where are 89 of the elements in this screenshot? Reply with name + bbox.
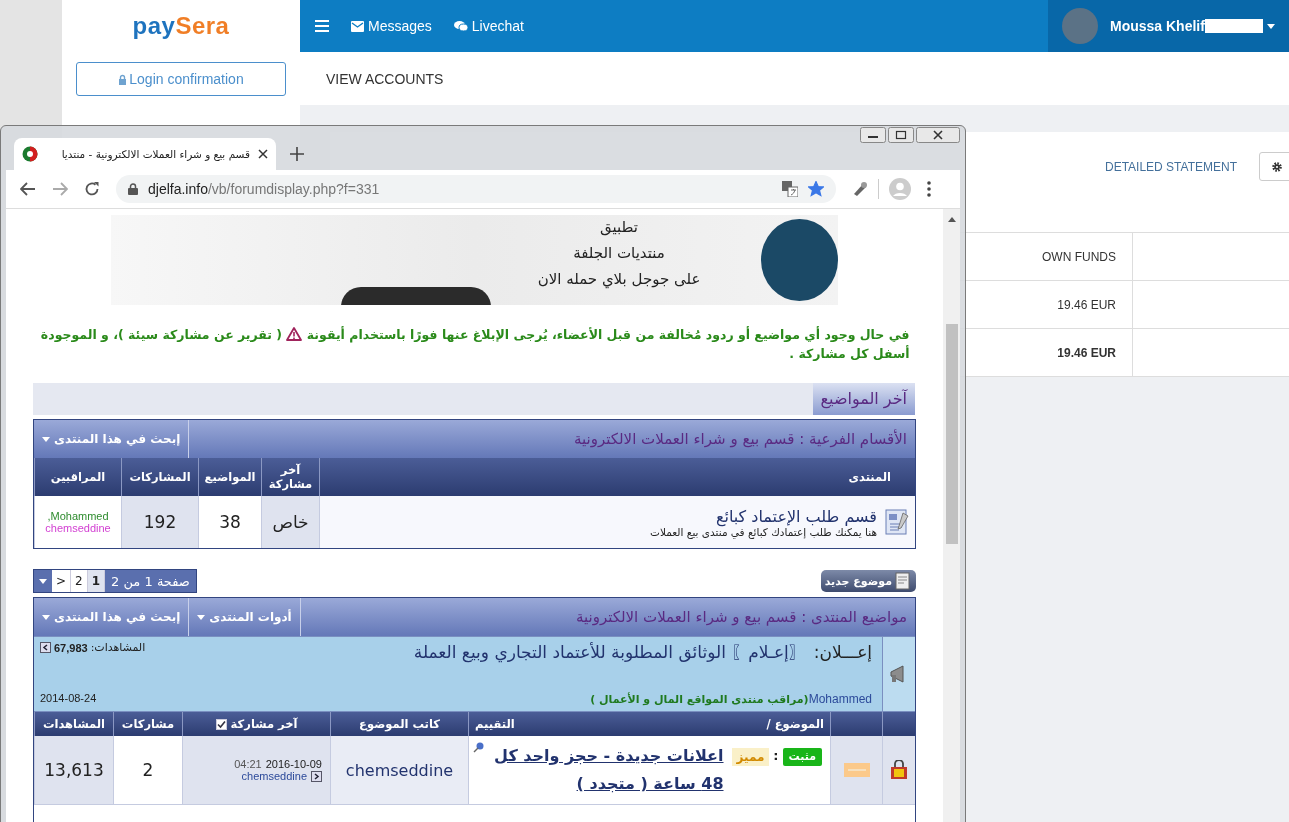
- browser-tab[interactable]: قسم بيع و شراء العملات الالكترونية - منتديا: [14, 138, 276, 170]
- site-favicon: [22, 146, 38, 162]
- announcement-date: 2014-08-24: [40, 692, 97, 704]
- minimize-icon[interactable]: [860, 127, 886, 143]
- moderator-link[interactable]: Mohammed,: [47, 510, 109, 522]
- column-header: التقييم: [475, 717, 515, 731]
- column-header: آخر مشاركة: [230, 717, 298, 731]
- maximize-icon[interactable]: [888, 127, 914, 143]
- go-to-post-icon[interactable]: [311, 770, 322, 782]
- more-icon[interactable]: [927, 181, 931, 197]
- document-icon: [894, 572, 912, 590]
- login-confirmation-button[interactable]: Login confirmation: [76, 62, 286, 96]
- section-tab[interactable]: آخر المواضيع: [812, 383, 916, 415]
- announcement-link[interactable]: 〖إعـلام〗 الوثائق المطلوبة للأعتماد التجاري وبيع العملة: [413, 641, 806, 664]
- moderator-link[interactable]: chemseddine: [45, 522, 111, 534]
- address-bar[interactable]: djelfa.info/vb/forumdisplay.php?f=331: [116, 175, 836, 203]
- scrollbar[interactable]: [943, 209, 960, 822]
- table-cell: خاص: [261, 496, 319, 548]
- column-header: المراقبين: [34, 458, 121, 496]
- extension-icon[interactable]: [852, 181, 868, 197]
- lock-bag-icon: [890, 760, 908, 780]
- table-cell: 13,613: [34, 736, 113, 804]
- page-link[interactable]: 2: [71, 570, 88, 592]
- nav-link[interactable]: Livechat: [453, 18, 524, 34]
- author-link[interactable]: chemseddine: [330, 736, 468, 804]
- settings-button[interactable]: [1259, 152, 1289, 181]
- lock-icon: [118, 73, 128, 85]
- tab-title: قسم بيع و شراء العملات الالكترونية - منتديا: [60, 148, 250, 160]
- dropdown-icon: [42, 436, 50, 442]
- lock-icon: [128, 183, 138, 195]
- translate-icon[interactable]: [782, 181, 798, 197]
- user-name[interactable]: Moussa Khelif: [1110, 18, 1205, 34]
- tag-icon: [843, 763, 870, 777]
- new-topic-button[interactable]: موضوع جديد: [820, 570, 916, 592]
- close-icon[interactable]: [916, 127, 960, 143]
- author-role: (مراقب منتدى المواقع المال و الأعمال ): [590, 693, 809, 706]
- featured-badge: مميز: [731, 748, 770, 766]
- reload-icon[interactable]: [84, 181, 100, 197]
- detailed-statement-link[interactable]: DETAILED STATEMENT: [1105, 159, 1237, 174]
- views-label: المشاهدات:: [90, 641, 146, 654]
- close-icon[interactable]: [258, 149, 268, 159]
- banner-text: منتديات الجلفة: [573, 243, 665, 263]
- pin-icon: [473, 742, 484, 753]
- column-header: الموضوع /: [766, 717, 824, 731]
- column-header: المواضيع: [198, 458, 261, 496]
- settings-icon: [1271, 160, 1283, 173]
- subforum-link[interactable]: قسم طلب الإعتماد كبائع: [650, 506, 877, 526]
- back-icon[interactable]: [20, 182, 36, 196]
- section-title: مواضيع المنتدى : قسم بيع و شراء العملات الالكترونية: [574, 607, 908, 628]
- thread-link[interactable]: اعلانات جديدة - حجز واحد كل 48 ساعة ( متجدد ): [488, 742, 724, 798]
- scroll-up-icon[interactable]: [947, 217, 956, 222]
- scrollbar-thumb[interactable]: [945, 324, 958, 544]
- separator-text: :: [773, 748, 779, 764]
- last-poster-link[interactable]: chemseddine: [241, 770, 307, 782]
- menu-icon[interactable]: [315, 20, 329, 32]
- announcement-label: إعـــلان:: [813, 642, 872, 662]
- dropdown-icon: [42, 614, 50, 620]
- header-cell: [882, 712, 915, 736]
- star-icon[interactable]: [808, 181, 824, 197]
- column-header: المشاركات: [121, 458, 198, 496]
- post-time: 04:21: [234, 758, 262, 770]
- column-header: المنتدى: [319, 458, 915, 496]
- column-header: كاتب الموضوع: [330, 712, 468, 736]
- sticky-badge: مثبت: [782, 748, 822, 766]
- page-title: VIEW ACCOUNTS: [326, 70, 444, 87]
- column-header: مشاركات: [113, 712, 182, 736]
- redaction-block: [1204, 19, 1263, 33]
- post-date: 2016-10-09: [265, 758, 322, 770]
- caret-icon[interactable]: [1266, 23, 1275, 29]
- checkbox-icon[interactable]: [215, 718, 227, 730]
- dropdown-icon: [197, 614, 206, 620]
- column-header: آخر مشاركة: [261, 458, 319, 496]
- table-cell: 192: [121, 496, 198, 548]
- warning-icon: [286, 327, 303, 341]
- subforum-description: هنا يمكنك طلب إعتمادك كبائع في منتدى بيع العملات: [650, 525, 877, 538]
- views-count: 67,983: [54, 641, 88, 654]
- url-text: djelfa.info/vb/forumdisplay.php?f=331: [148, 181, 380, 197]
- forum-icon: [885, 509, 909, 535]
- arrow-box-icon[interactable]: [40, 642, 51, 653]
- author-link[interactable]: Mohammed: [808, 692, 872, 706]
- envelope-icon: [351, 20, 364, 32]
- page-indicator: صفحة 1 من 2: [105, 570, 196, 592]
- new-tab-icon[interactable]: [290, 147, 304, 161]
- chat-icon: [453, 20, 468, 32]
- section-title: الأقسام الفرعية : قسم بيع و شراء العملات الالكترونية: [572, 428, 908, 450]
- page-menu-button[interactable]: [34, 570, 52, 592]
- column-header: المشاهدات: [34, 712, 113, 736]
- dropdown-icon: [39, 578, 47, 584]
- nav-link[interactable]: Messages: [351, 18, 432, 34]
